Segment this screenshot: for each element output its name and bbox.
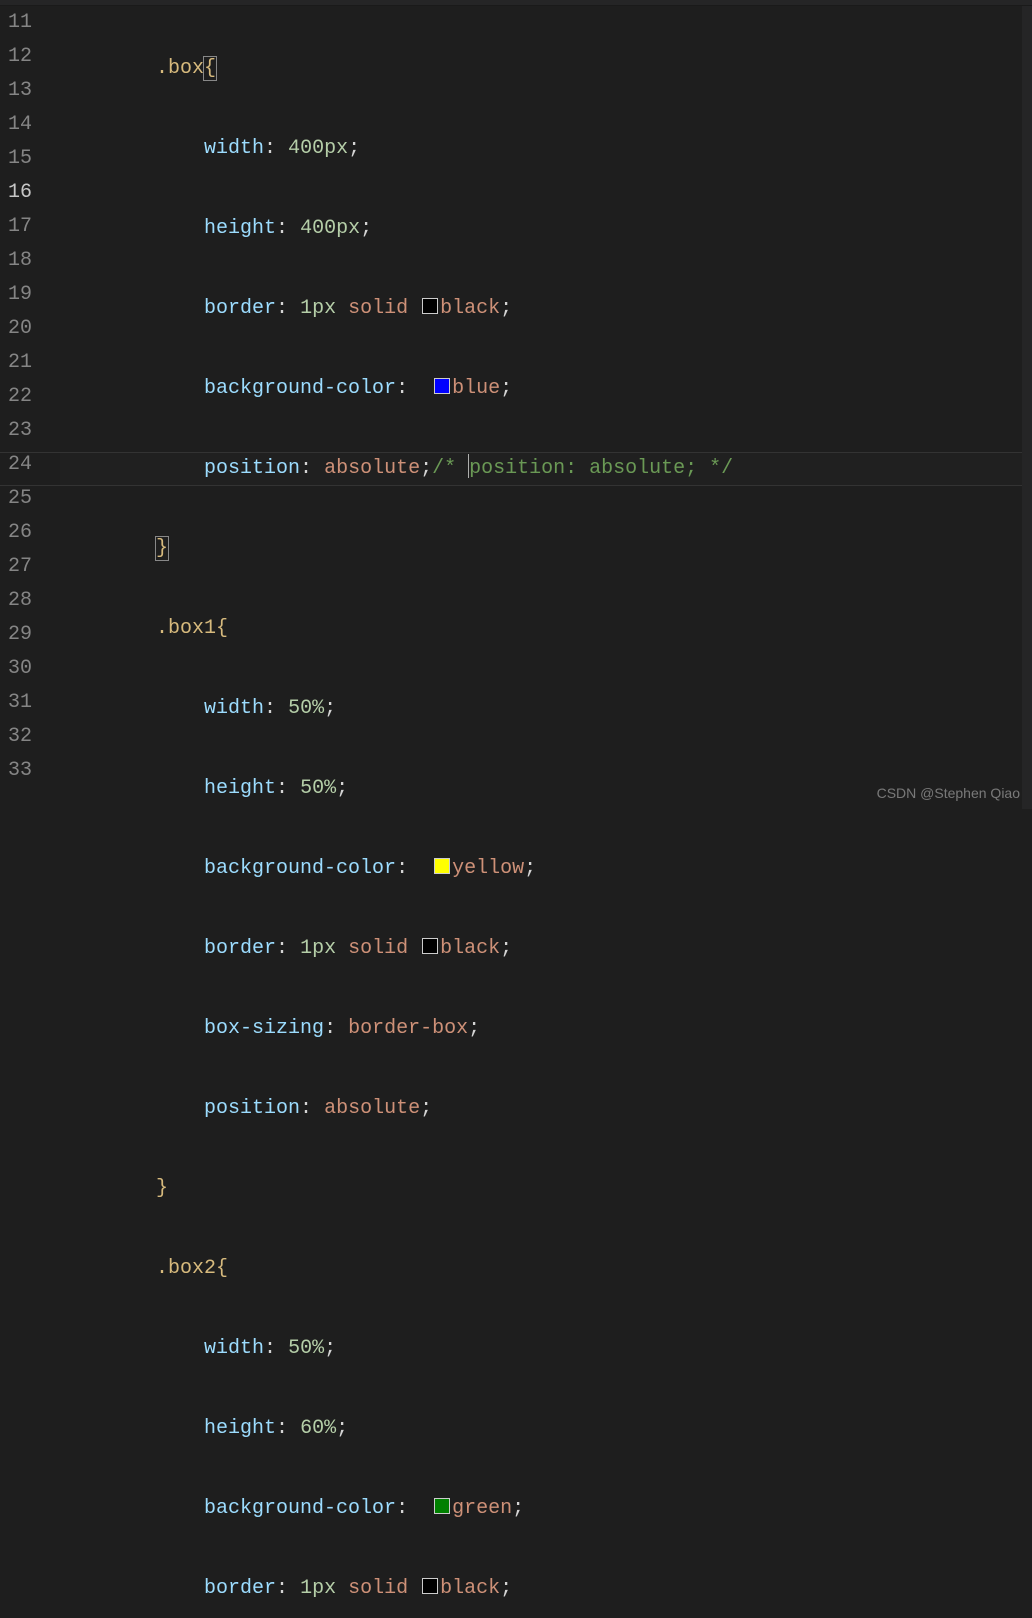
css-comment: /* position: absolute; */ (432, 457, 733, 480)
code-line[interactable]: background-color: green; (60, 1492, 1032, 1526)
line-number[interactable]: 28 (0, 584, 32, 618)
brace-open: { (216, 1257, 228, 1280)
line-number[interactable]: 15 (0, 142, 32, 176)
code-line[interactable]: height: 60%; (60, 1412, 1032, 1446)
line-number[interactable]: 31 (0, 686, 32, 720)
line-number[interactable]: 16 (0, 176, 32, 210)
css-property: border (204, 937, 276, 960)
css-selector: .box1 (156, 617, 216, 640)
color-swatch-icon[interactable] (422, 938, 438, 954)
code-line[interactable]: border: 1px solid black; (60, 1572, 1032, 1606)
css-property: position (204, 1097, 300, 1120)
css-property: border (204, 1577, 276, 1600)
css-value: 400px (300, 217, 360, 240)
code-line[interactable]: width: 50%; (60, 1332, 1032, 1366)
line-number[interactable]: 29 (0, 618, 32, 652)
line-number[interactable]: 33 (0, 754, 32, 788)
color-swatch-icon[interactable] (434, 858, 450, 874)
code-line[interactable]: box-sizing: border-box; (60, 1012, 1032, 1046)
css-value: 400px (288, 137, 348, 160)
line-number[interactable]: 13 (0, 74, 32, 108)
code-line[interactable]: border: 1px solid black; (60, 932, 1032, 966)
css-property: background-color (204, 377, 396, 400)
code-line[interactable]: .box1{ (60, 612, 1032, 646)
line-number[interactable]: 14 (0, 108, 32, 142)
line-number[interactable]: 11 (0, 6, 32, 40)
code-line[interactable]: width: 400px; (60, 132, 1032, 166)
line-number[interactable]: 19 (0, 278, 32, 312)
code-line-active[interactable]: position: absolute;/* position: absolute… (60, 452, 1032, 486)
brace-open: { (216, 617, 228, 640)
css-property: height (204, 777, 276, 800)
line-gutter: 1112131415161718192021222324252627282930… (0, 6, 50, 809)
code-line[interactable]: .box{ (60, 52, 1032, 86)
code-line[interactable]: background-color: yellow; (60, 852, 1032, 886)
code-line[interactable]: height: 400px; (60, 212, 1032, 246)
line-number[interactable]: 12 (0, 40, 32, 74)
line-number[interactable]: 23 (0, 414, 32, 448)
color-swatch-icon[interactable] (434, 378, 450, 394)
css-property: box-sizing (204, 1017, 324, 1040)
css-property: position (204, 457, 300, 480)
code-line[interactable]: } (60, 532, 1032, 566)
line-number[interactable]: 20 (0, 312, 32, 346)
line-number[interactable]: 17 (0, 210, 32, 244)
css-property: width (204, 137, 264, 160)
brace-close: } (156, 537, 168, 560)
brace-close: } (156, 1177, 168, 1200)
code-line[interactable]: background-color: blue; (60, 372, 1032, 406)
code-line[interactable]: .box2{ (60, 1252, 1032, 1286)
code-line[interactable]: border: 1px solid black; (60, 292, 1032, 326)
css-property: width (204, 1337, 264, 1360)
line-number[interactable]: 25 (0, 482, 32, 516)
line-number[interactable]: 22 (0, 380, 32, 414)
line-number[interactable]: 18 (0, 244, 32, 278)
minimap-scrollbar[interactable] (1022, 6, 1032, 809)
color-swatch-icon[interactable] (422, 298, 438, 314)
line-number[interactable]: 30 (0, 652, 32, 686)
line-number[interactable]: 26 (0, 516, 32, 550)
css-selector: .box2 (156, 1257, 216, 1280)
line-number[interactable]: 32 (0, 720, 32, 754)
code-body[interactable]: .box{ width: 400px; height: 400px; borde… (50, 6, 1032, 809)
code-line[interactable]: position: absolute; (60, 1092, 1032, 1126)
color-swatch-icon[interactable] (434, 1498, 450, 1514)
color-swatch-icon[interactable] (422, 1578, 438, 1594)
css-property: width (204, 697, 264, 720)
css-property: height (204, 1417, 276, 1440)
code-line[interactable]: width: 50%; (60, 692, 1032, 726)
editor-area: 1112131415161718192021222324252627282930… (0, 6, 1032, 809)
css-property: border (204, 297, 276, 320)
css-property: background-color (204, 1497, 396, 1520)
css-selector: .box (156, 57, 204, 80)
code-line[interactable]: } (60, 1172, 1032, 1206)
css-property: height (204, 217, 276, 240)
line-number[interactable]: 21 (0, 346, 32, 380)
text-cursor (468, 454, 469, 478)
line-number[interactable]: 27 (0, 550, 32, 584)
brace-open: { (204, 57, 216, 80)
watermark-text: CSDN @Stephen Qiao (877, 785, 1020, 801)
css-property: background-color (204, 857, 396, 880)
